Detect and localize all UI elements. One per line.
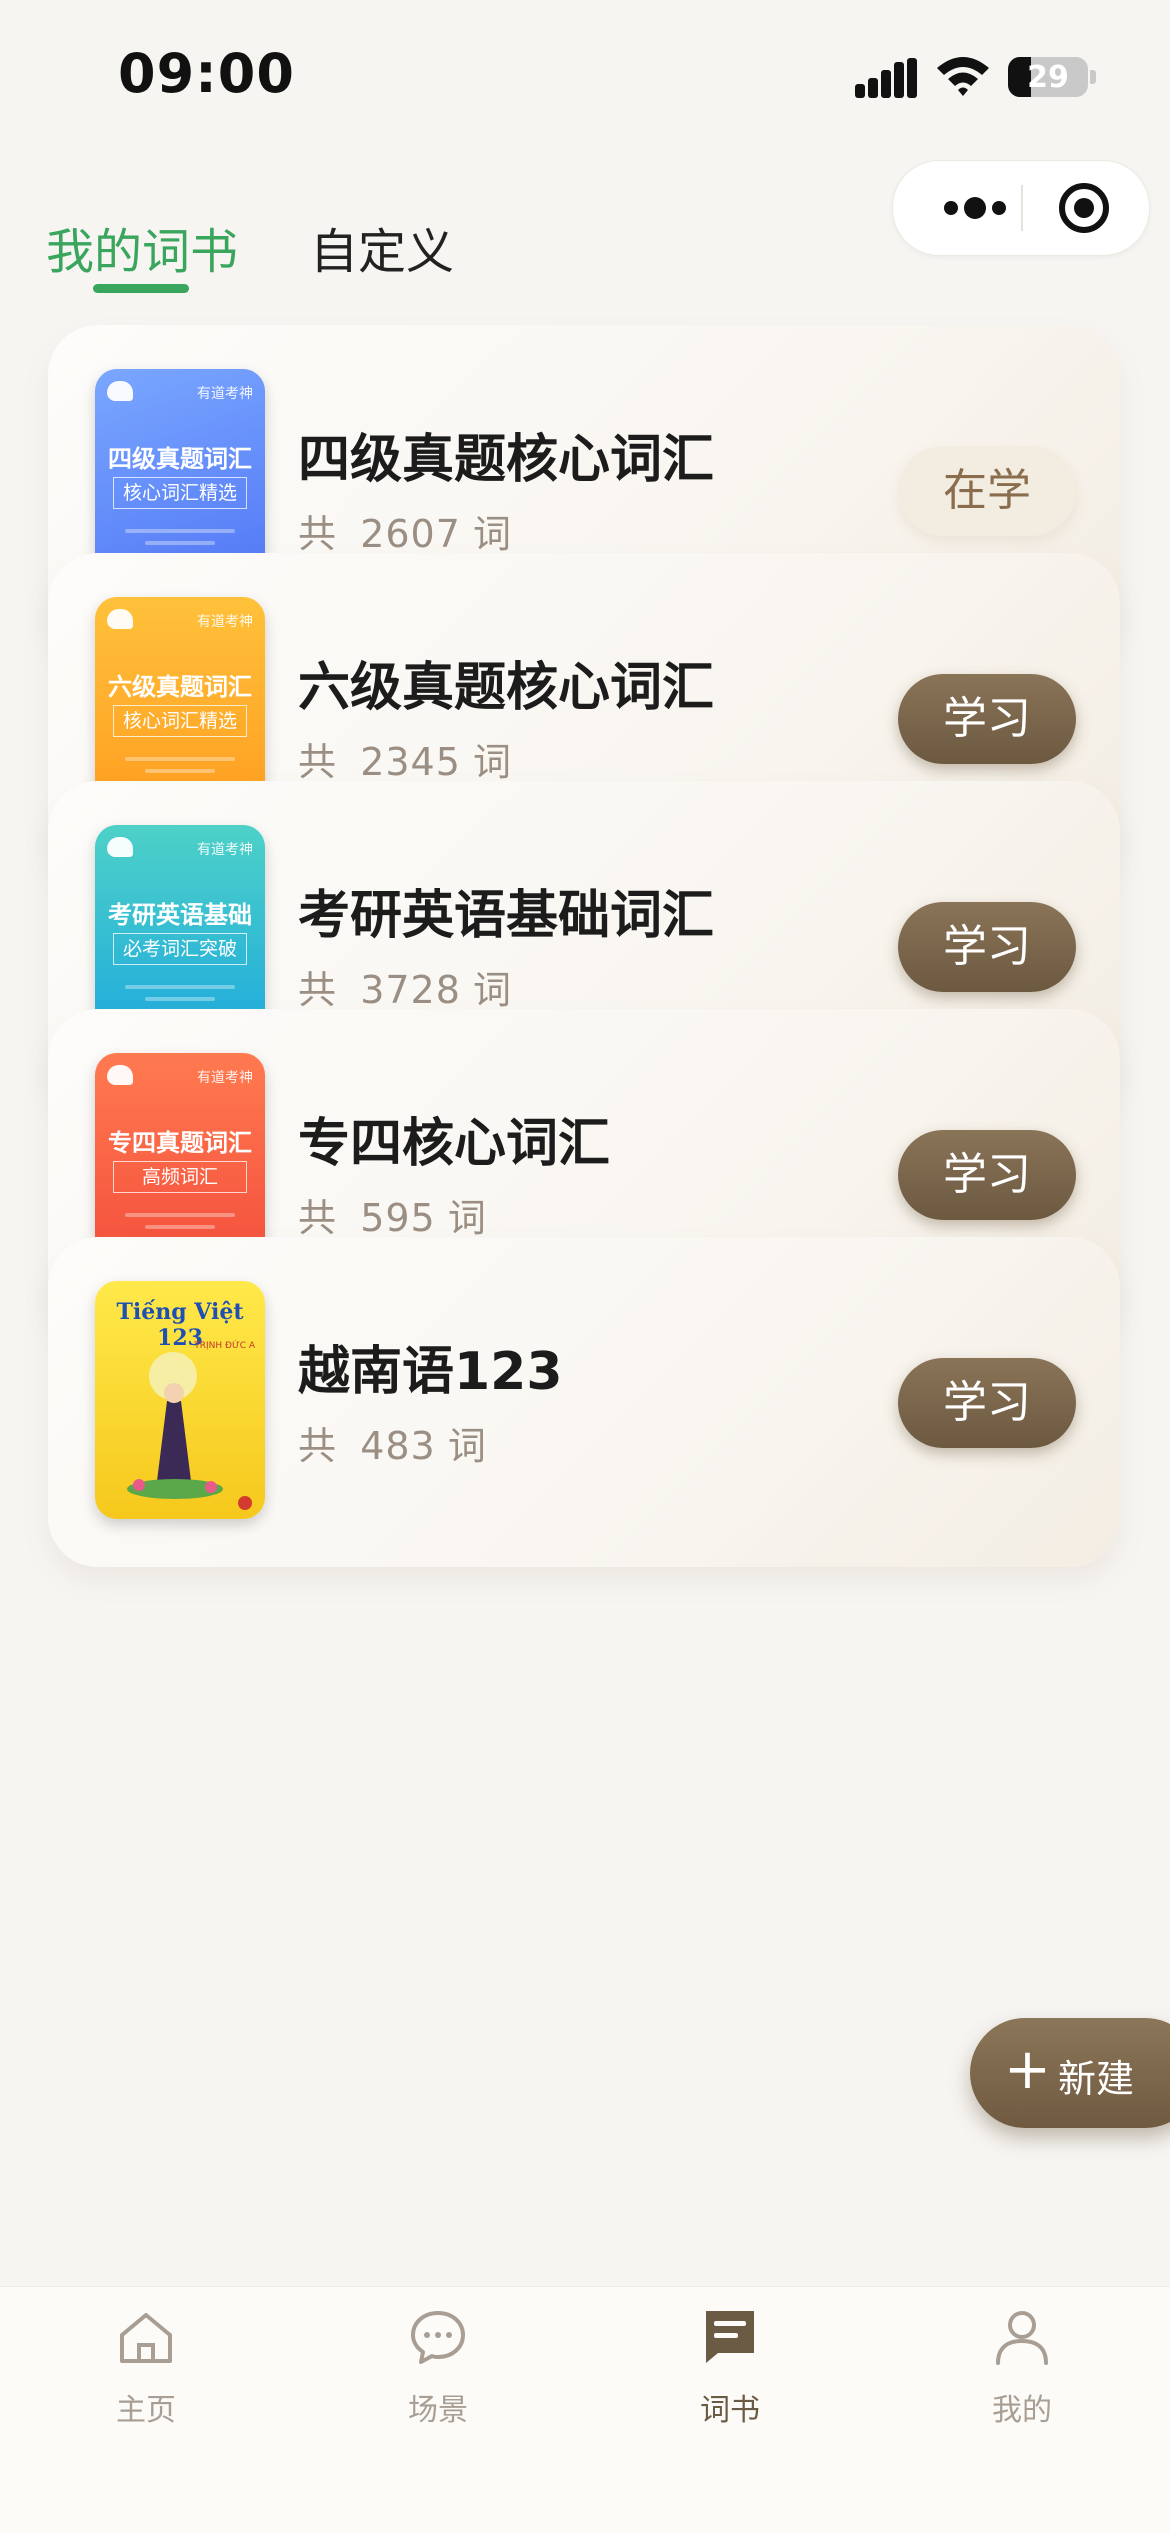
battery-icon: 29 [1008,57,1088,97]
cover-brand: 有道考神 [197,842,253,858]
new-book-button[interactable]: + 新建 [970,2018,1170,2128]
book-title: 越南语123 [298,1342,563,1402]
cover-title: 六级真题词汇 [108,672,252,701]
cover-brand: 有道考神 [197,614,253,630]
learn-button[interactable]: 学习 [898,902,1076,992]
battery-percent: 29 [1027,60,1069,95]
cover-title: 专四真题词汇 [108,1128,252,1157]
book-word-count: 共 595 词 [298,1196,486,1240]
learn-button[interactable]: 学习 [898,674,1076,764]
cover-decoration [145,769,215,773]
status-time: 09:00 [118,42,295,105]
book-card[interactable]: Tiếng Việt 123 TRỊNH ĐỨC A 越南语123 共 483 … [48,1237,1120,1567]
cellular-signal-icon [855,58,917,98]
cover-title: 四级真题词汇 [108,444,252,473]
status-bar: 09:00 29 [0,0,1170,140]
brand-logo-icon [107,837,133,857]
cover-author: TRỊNH ĐỨC A [194,1341,255,1351]
cover-illustration [127,1352,252,1510]
tabbar-item-scenes[interactable]: 场景 [292,2287,584,2447]
tabbar-item-home[interactable]: 主页 [0,2287,292,2447]
tabbar-label: 词书 [700,2393,760,2428]
new-book-label: 新建 [1058,2057,1135,2101]
cover-decoration [145,1225,215,1229]
brand-logo-icon [107,381,133,401]
chat-icon [411,2311,465,2364]
cover-decoration [125,1213,235,1217]
cover-brand: 有道考神 [197,1070,253,1086]
cover-decoration [125,757,235,761]
book-cover: Tiếng Việt 123 TRỊNH ĐỨC A [95,1281,265,1519]
tabbar-label: 主页 [116,2393,176,2428]
learn-button[interactable]: 学习 [898,1358,1076,1448]
book-word-count: 共 483 词 [298,1424,486,1468]
book-word-count: 共 3728 词 [298,968,512,1012]
tab-custom[interactable]: 自定义 [310,212,454,282]
cover-title: 考研英语基础 [108,900,252,929]
cover-decoration [125,529,235,533]
cover-subtitle: 核心词汇精选 [113,477,247,509]
home-icon [120,2313,172,2363]
book-title: 专四核心词汇 [298,1114,611,1174]
book-icon [706,2311,754,2363]
user-icon [996,2311,1048,2365]
book-word-count: 共 2345 词 [298,740,512,784]
book-word-count: 共 2607 词 [298,512,512,556]
cover-decoration [145,541,215,545]
tab-active-indicator [93,284,189,293]
brand-logo-icon [107,1065,133,1085]
bottom-tab-bar: 主页 场景 词书 我的 [0,2286,1170,2533]
studying-button[interactable]: 在学 [898,446,1076,536]
tabbar-label: 场景 [408,2393,468,2428]
cover-decoration [125,985,235,989]
brand-logo-icon [107,609,133,629]
plus-icon: + [1004,2037,1051,2102]
book-title: 四级真题核心词汇 [298,430,715,490]
top-tabs: 我的词书 自定义 [0,200,1170,300]
tabbar-label: 我的 [992,2393,1052,2428]
book-title: 考研英语基础词汇 [298,886,715,946]
learn-button[interactable]: 学习 [898,1130,1076,1220]
wifi-icon [937,57,989,96]
book-title: 六级真题核心词汇 [298,658,715,718]
tabbar-item-books[interactable]: 词书 [584,2287,876,2447]
cover-subtitle: 核心词汇精选 [113,705,247,737]
tabbar-item-profile[interactable]: 我的 [876,2287,1168,2447]
cover-decoration [145,997,215,1001]
cover-subtitle: 高频词汇 [113,1161,247,1193]
tab-my-books[interactable]: 我的词书 [46,212,238,282]
battery-tip [1090,70,1096,84]
cover-brand: 有道考神 [197,386,253,402]
cover-subtitle: 必考词汇突破 [113,933,247,965]
